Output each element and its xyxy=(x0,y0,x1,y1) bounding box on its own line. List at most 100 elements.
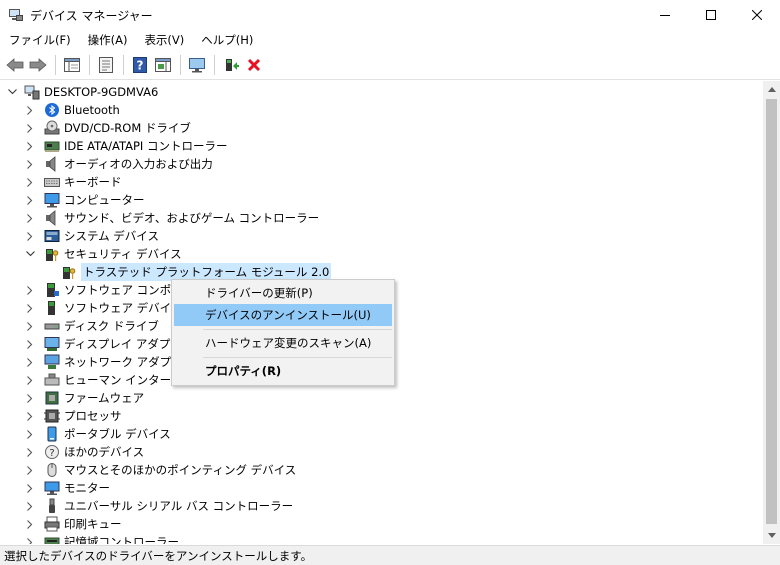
tree-category-item[interactable]: ソフトウェア デバイス xyxy=(24,299,182,317)
chevron-right-icon[interactable] xyxy=(24,302,36,314)
minimize-icon xyxy=(660,15,670,16)
collapse-chevron-icon[interactable] xyxy=(6,86,18,98)
tree-item-label: コンピューター xyxy=(64,193,145,207)
speaker-icon xyxy=(44,210,60,226)
scroll-down-button[interactable] xyxy=(763,527,780,544)
tree-category-item[interactable]: マウスとそのほかのポインティング デバイス xyxy=(24,461,296,479)
monitor-icon xyxy=(189,58,205,73)
display-adapter-icon xyxy=(44,336,60,352)
chevron-right-icon[interactable] xyxy=(24,140,36,152)
menu-item-scan-hardware[interactable]: ハードウェア変更のスキャン(A) xyxy=(174,332,392,354)
tree-category-item[interactable]: プロセッサ xyxy=(24,407,122,425)
chevron-right-icon[interactable] xyxy=(24,320,36,332)
chevron-right-icon[interactable] xyxy=(24,158,36,170)
tree-category-item[interactable]: 印刷キュー xyxy=(24,515,122,533)
help-icon: ? xyxy=(133,57,147,73)
maximize-button[interactable] xyxy=(688,0,734,30)
tree-category-item[interactable]: ? ほかのデバイス xyxy=(24,443,144,461)
vertical-scrollbar[interactable] xyxy=(763,81,780,544)
tree-category-item[interactable]: ディスク ドライブ xyxy=(24,317,159,335)
menu-file[interactable]: ファイル(F) xyxy=(0,30,79,51)
chevron-right-icon[interactable] xyxy=(24,500,36,512)
tree-root[interactable]: DESKTOP-9GDMVA6 xyxy=(6,83,158,101)
tree-category-item[interactable]: IDE ATA/ATAPI コントローラー xyxy=(24,137,227,155)
menu-item-uninstall-device[interactable]: デバイスのアンインストール(U) xyxy=(174,304,392,326)
chevron-right-icon[interactable] xyxy=(24,464,36,476)
chevron-right-icon[interactable] xyxy=(24,536,36,544)
tree-category-item[interactable]: ユニバーサル シリアル バス コントローラー xyxy=(24,497,293,515)
storage-controller-icon xyxy=(44,534,60,544)
menu-item-properties[interactable]: プロパティ(R) xyxy=(174,360,392,382)
chevron-right-icon[interactable] xyxy=(24,284,36,296)
chevron-right-icon[interactable] xyxy=(24,338,36,350)
chevron-right-icon[interactable] xyxy=(24,518,36,530)
tree-item-label: Bluetooth xyxy=(64,103,120,117)
software-device-icon xyxy=(44,300,60,316)
scroll-up-button[interactable] xyxy=(763,81,780,98)
chevron-down-icon[interactable] xyxy=(24,248,36,260)
window-title: デバイス マネージャー xyxy=(30,8,153,23)
firmware-icon xyxy=(44,390,60,406)
chevron-right-icon[interactable] xyxy=(24,392,36,404)
chevron-right-icon[interactable] xyxy=(24,104,36,116)
chevron-right-icon[interactable] xyxy=(24,212,36,224)
chevron-right-icon[interactable] xyxy=(24,176,36,188)
chevron-right-icon[interactable] xyxy=(24,356,36,368)
close-button[interactable] xyxy=(734,0,780,30)
tree-item-label: プロセッサ xyxy=(64,409,122,423)
help-button[interactable]: ? xyxy=(129,54,151,76)
tree-item-label: モニター xyxy=(64,481,110,495)
tree-item-label: ほかのデバイス xyxy=(64,445,145,459)
status-bar: 選択したデバイスのドライバーをアンインストールします。 xyxy=(0,545,780,565)
uninstall-device-icon xyxy=(247,58,261,72)
chevron-right-icon[interactable] xyxy=(24,428,36,440)
action-pane-button[interactable] xyxy=(152,54,174,76)
chevron-right-icon[interactable] xyxy=(24,446,36,458)
software-component-icon xyxy=(44,282,60,298)
chevron-right-icon[interactable] xyxy=(24,374,36,386)
tree-category-item[interactable]: コンピューター xyxy=(24,191,145,209)
tree-category-item[interactable]: ポータブル デバイス xyxy=(24,425,171,443)
tree-category-item[interactable]: ファームウェア xyxy=(24,389,144,407)
security-device-icon xyxy=(44,246,60,262)
title-bar[interactable]: デバイス マネージャー xyxy=(0,0,780,30)
chevron-right-icon[interactable] xyxy=(24,230,36,242)
chevron-right-icon[interactable] xyxy=(24,122,36,134)
forward-button[interactable] xyxy=(27,54,49,76)
chevron-right-icon[interactable] xyxy=(24,410,36,422)
monitor-icon xyxy=(44,480,60,496)
tree-category-item[interactable]: ネットワーク アダプター xyxy=(24,353,194,371)
tree-category-item[interactable]: ディスプレイ アダプター xyxy=(24,335,193,353)
scrollbar-thumb[interactable] xyxy=(766,99,777,524)
properties-button[interactable] xyxy=(95,54,117,76)
portable-device-icon xyxy=(44,426,60,442)
tree-category-item[interactable]: サウンド、ビデオ、およびゲーム コントローラー xyxy=(24,209,319,227)
minimize-button[interactable] xyxy=(642,0,688,30)
menu-action[interactable]: 操作(A) xyxy=(79,30,136,51)
tree-category-item[interactable]: オーディオの入力および出力 xyxy=(24,155,213,173)
tree-category-item[interactable]: Bluetooth xyxy=(24,101,120,119)
tree-category-item[interactable]: キーボード xyxy=(24,173,122,191)
tree-category-item[interactable]: DVD/CD-ROM ドライブ xyxy=(24,119,191,137)
tree-category-item[interactable]: セキュリティ デバイス xyxy=(24,245,182,263)
chevron-right-icon[interactable] xyxy=(24,482,36,494)
tree-category-item[interactable]: システム デバイス xyxy=(24,227,159,245)
tree-item-label: 印刷キュー xyxy=(64,517,122,531)
menu-view[interactable]: 表示(V) xyxy=(135,30,192,51)
scan-hardware-button[interactable] xyxy=(186,54,208,76)
menu-separator xyxy=(203,357,392,358)
update-driver-button[interactable] xyxy=(220,54,242,76)
tree-category-item[interactable]: モニター xyxy=(24,479,110,497)
show-hide-console-tree-button[interactable] xyxy=(61,54,83,76)
menu-bar: ファイル(F) 操作(A) 表示(V) ヘルプ(H) xyxy=(0,30,780,51)
menu-separator xyxy=(203,329,392,330)
uninstall-device-button[interactable] xyxy=(243,54,265,76)
menu-help[interactable]: ヘルプ(H) xyxy=(192,30,261,51)
chevron-right-icon[interactable] xyxy=(24,194,36,206)
tree-category-item[interactable]: 記憶域コントローラー xyxy=(24,533,179,544)
back-button[interactable] xyxy=(4,54,26,76)
tree-item-label: システム デバイス xyxy=(64,229,159,243)
speaker-icon xyxy=(44,156,60,172)
printer-icon xyxy=(44,516,60,532)
menu-item-update-driver[interactable]: ドライバーの更新(P) xyxy=(174,282,392,304)
